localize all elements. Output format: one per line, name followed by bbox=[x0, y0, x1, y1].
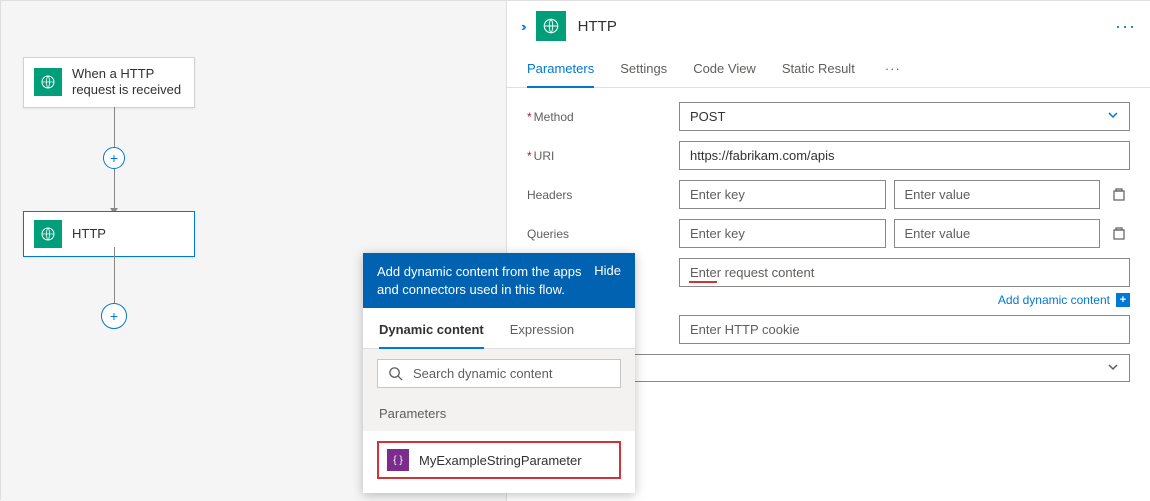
panel-more-icon[interactable]: ··· bbox=[1115, 16, 1136, 37]
row-uri: *URI https://fabrikam.com/apis bbox=[527, 141, 1130, 170]
http-action-label: HTTP bbox=[72, 226, 106, 242]
trigger-node[interactable]: When a HTTP request is received bbox=[23, 57, 195, 108]
popup-search-wrap: Search dynamic content bbox=[363, 349, 635, 398]
tab-settings[interactable]: Settings bbox=[620, 53, 667, 88]
chevron-down-icon bbox=[1107, 109, 1119, 124]
parameter-item[interactable]: { } MyExampleStringParameter bbox=[377, 441, 621, 479]
popup-tab-expression[interactable]: Expression bbox=[510, 316, 574, 349]
method-value: POST bbox=[690, 109, 725, 124]
http-action-icon bbox=[34, 220, 62, 248]
tab-more-icon[interactable]: ··· bbox=[881, 53, 905, 88]
popup-hide-link[interactable]: Hide bbox=[594, 263, 621, 298]
add-step-button-tail[interactable]: + bbox=[101, 303, 127, 329]
row-headers: Headers Enter key Enter value bbox=[527, 180, 1130, 209]
queries-value-input[interactable]: Enter value bbox=[894, 219, 1101, 248]
row-queries: Queries Enter key Enter value bbox=[527, 219, 1130, 248]
body-input[interactable]: Enter request content bbox=[679, 258, 1130, 287]
connector-line-tail: + bbox=[114, 247, 115, 303]
popup-help-text: Add dynamic content from the apps and co… bbox=[377, 263, 584, 298]
tab-code-view[interactable]: Code View bbox=[693, 53, 756, 88]
popup-header: Add dynamic content from the apps and co… bbox=[363, 253, 635, 308]
popup-search-placeholder: Search dynamic content bbox=[413, 366, 552, 381]
panel-header: ›› HTTP ··· bbox=[507, 1, 1150, 47]
panel-icon bbox=[536, 11, 566, 41]
queries-key-input[interactable]: Enter key bbox=[679, 219, 886, 248]
add-step-button[interactable]: + bbox=[103, 147, 125, 169]
trigger-label: When a HTTP request is received bbox=[72, 66, 184, 99]
tab-static-result[interactable]: Static Result bbox=[782, 53, 855, 88]
tab-parameters[interactable]: Parameters bbox=[527, 53, 594, 88]
popup-search-input[interactable]: Search dynamic content bbox=[377, 359, 621, 388]
cookie-input[interactable]: Enter HTTP cookie bbox=[679, 315, 1130, 344]
search-icon bbox=[388, 366, 403, 381]
popup-tabs: Dynamic content Expression bbox=[363, 308, 635, 349]
headers-value-input[interactable]: Enter value bbox=[894, 180, 1101, 209]
http-action-node[interactable]: HTTP bbox=[23, 211, 195, 257]
collapse-panel-icon[interactable]: ›› bbox=[521, 19, 524, 34]
label-queries: Queries bbox=[527, 227, 667, 241]
add-dynamic-content-link[interactable]: Add dynamic content bbox=[998, 293, 1110, 307]
label-method: *Method bbox=[527, 110, 667, 124]
headers-edit-icon[interactable] bbox=[1108, 184, 1130, 206]
required-indicator bbox=[689, 281, 717, 283]
label-uri: *URI bbox=[527, 149, 667, 163]
parameter-icon: { } bbox=[387, 449, 409, 471]
add-dynamic-content-icon[interactable]: + bbox=[1116, 293, 1130, 307]
popup-tab-dynamic[interactable]: Dynamic content bbox=[379, 316, 484, 349]
headers-key-input[interactable]: Enter key bbox=[679, 180, 886, 209]
dynamic-content-popup: Add dynamic content from the apps and co… bbox=[363, 253, 635, 493]
parameter-name: MyExampleStringParameter bbox=[419, 453, 582, 468]
http-trigger-icon bbox=[34, 68, 62, 96]
row-method: *Method POST bbox=[527, 102, 1130, 131]
queries-edit-icon[interactable] bbox=[1108, 223, 1130, 245]
connector-line: + bbox=[114, 107, 115, 209]
label-headers: Headers bbox=[527, 188, 667, 202]
panel-title: HTTP bbox=[578, 18, 617, 35]
method-select[interactable]: POST bbox=[679, 102, 1130, 131]
uri-input[interactable]: https://fabrikam.com/apis bbox=[679, 141, 1130, 170]
panel-tabs: Parameters Settings Code View Static Res… bbox=[507, 47, 1150, 88]
popup-section-parameters: Parameters bbox=[363, 398, 635, 431]
chevron-down-icon bbox=[1107, 361, 1119, 376]
